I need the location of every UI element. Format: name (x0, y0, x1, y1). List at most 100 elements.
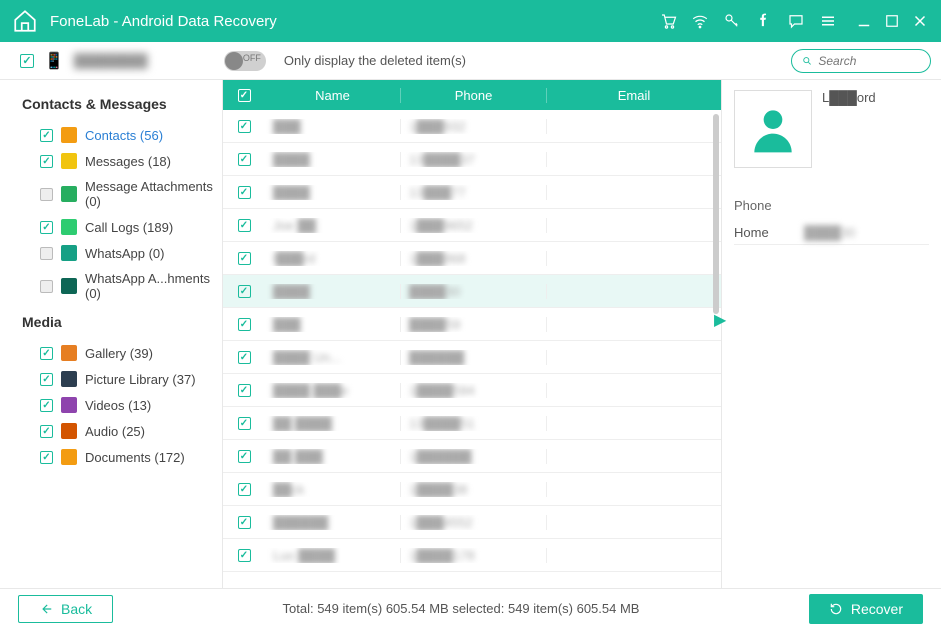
sidebar-item-label: Gallery (39) (85, 346, 153, 361)
row-checkbox[interactable] (238, 219, 251, 232)
table-row[interactable]: ██ck1████38 (223, 473, 721, 506)
sidebar-item-checkbox[interactable] (40, 155, 53, 168)
key-icon[interactable] (723, 12, 741, 30)
scrollbar[interactable] (713, 114, 719, 314)
sidebar-item-checkbox[interactable] (40, 451, 53, 464)
cell-phone: 1████38 (401, 482, 547, 497)
row-checkbox[interactable] (238, 450, 251, 463)
table-row[interactable]: ██████1███4552 (223, 506, 721, 539)
category-icon (61, 371, 77, 387)
table-row[interactable]: ████ Un...██████ (223, 341, 721, 374)
cell-phone: 13████51 (401, 416, 547, 431)
sidebar-item-label: Videos (13) (85, 398, 151, 413)
facebook-icon[interactable] (755, 12, 773, 30)
cell-name: l███rd (265, 251, 401, 266)
maximize-icon[interactable] (883, 12, 901, 30)
avatar-icon (745, 101, 801, 157)
sidebar-item-checkbox[interactable] (40, 188, 53, 201)
row-checkbox[interactable] (238, 483, 251, 496)
table-row[interactable]: ██ ████13████51 (223, 407, 721, 440)
sidebar-item-checkbox[interactable] (40, 425, 53, 438)
sidebar-item-checkbox[interactable] (40, 347, 53, 360)
cell-phone: ████59 (401, 317, 547, 332)
cell-name: ███ (265, 317, 401, 332)
sidebar-item-checkbox[interactable] (40, 280, 53, 293)
table-row[interactable]: ███1███932 (223, 110, 721, 143)
sidebar-item[interactable]: Contacts (56) (22, 122, 216, 148)
search-input[interactable] (818, 54, 920, 68)
header-phone[interactable]: Phone (401, 88, 547, 103)
sidebar-item-checkbox[interactable] (40, 221, 53, 234)
header-email[interactable]: Email (547, 88, 721, 103)
row-checkbox[interactable] (238, 186, 251, 199)
row-checkbox[interactable] (238, 120, 251, 133)
cell-phone: 1████594 (401, 383, 547, 398)
sidebar-item[interactable]: Documents (172) (22, 444, 216, 470)
recover-icon (829, 602, 843, 616)
sidebar-item[interactable]: Messages (18) (22, 148, 216, 174)
chat-icon[interactable] (787, 12, 805, 30)
back-button[interactable]: Back (18, 595, 113, 623)
device-checkbox[interactable] (20, 54, 34, 68)
status-text: Total: 549 item(s) 605.54 MB selected: 5… (133, 601, 789, 616)
row-checkbox[interactable] (238, 384, 251, 397)
header-name[interactable]: Name (265, 88, 401, 103)
row-checkbox[interactable] (238, 153, 251, 166)
recover-button[interactable]: Recover (809, 594, 923, 624)
row-checkbox[interactable] (238, 351, 251, 364)
cell-name: ████ Un... (265, 350, 401, 365)
table-row[interactable]: ████████30 (223, 275, 721, 308)
table-row[interactable]: ████13███77 (223, 176, 721, 209)
footer: Back Total: 549 item(s) 605.54 MB select… (0, 588, 941, 628)
back-label: Back (61, 601, 92, 617)
minimize-icon[interactable] (855, 12, 873, 30)
cart-icon[interactable] (659, 12, 677, 30)
sidebar-item-checkbox[interactable] (40, 399, 53, 412)
row-checkbox[interactable] (238, 516, 251, 529)
toggle-label: Only display the deleted item(s) (284, 53, 781, 68)
expand-handle[interactable]: ▶ (714, 310, 726, 330)
sidebar-item[interactable]: Picture Library (37) (22, 366, 216, 392)
home-icon[interactable] (12, 8, 38, 34)
table-row[interactable]: Joe ██1███9652 (223, 209, 721, 242)
deleted-only-toggle[interactable]: OFF (224, 51, 266, 71)
wifi-icon[interactable] (691, 12, 709, 30)
category-icon (61, 186, 77, 202)
sidebar-item[interactable]: Audio (25) (22, 418, 216, 444)
sidebar-item[interactable]: Message Attachments (0) (22, 174, 216, 214)
cell-name: ████ ███e (265, 383, 401, 398)
cell-name: ██ ███ (265, 449, 401, 464)
sidebar-item-label: Audio (25) (85, 424, 145, 439)
close-icon[interactable] (911, 12, 929, 30)
category-icon (61, 423, 77, 439)
table-row[interactable]: l███rd1███868 (223, 242, 721, 275)
table-row[interactable]: ████13████37 (223, 143, 721, 176)
select-all-checkbox[interactable] (238, 89, 251, 102)
sidebar-item[interactable]: WhatsApp (0) (22, 240, 216, 266)
sidebar-item-label: Call Logs (189) (85, 220, 173, 235)
table-row[interactable]: ████ ███e1████594 (223, 374, 721, 407)
menu-icon[interactable] (819, 12, 837, 30)
search-box[interactable] (791, 49, 931, 73)
sidebar-item[interactable]: Call Logs (189) (22, 214, 216, 240)
table-row[interactable]: ██ ███1██████ (223, 440, 721, 473)
row-checkbox[interactable] (238, 318, 251, 331)
row-checkbox[interactable] (238, 417, 251, 430)
cell-phone: 13████37 (401, 152, 547, 167)
cell-phone: 1██████ (401, 449, 547, 464)
sidebar-item[interactable]: WhatsApp A...hments (0) (22, 266, 216, 306)
cell-name: ██ ████ (265, 416, 401, 431)
category-icon (61, 345, 77, 361)
table-row[interactable]: ███████59 (223, 308, 721, 341)
sidebar-item-checkbox[interactable] (40, 247, 53, 260)
table-row[interactable]: Luo ████1████178 (223, 539, 721, 572)
sidebar-item[interactable]: Videos (13) (22, 392, 216, 418)
row-checkbox[interactable] (238, 549, 251, 562)
row-checkbox[interactable] (238, 285, 251, 298)
window-controls (855, 12, 929, 30)
sidebar-item-checkbox[interactable] (40, 129, 53, 142)
sidebar-item-checkbox[interactable] (40, 373, 53, 386)
sidebar-item[interactable]: Gallery (39) (22, 340, 216, 366)
table-header: Name Phone Email (223, 80, 721, 110)
row-checkbox[interactable] (238, 252, 251, 265)
